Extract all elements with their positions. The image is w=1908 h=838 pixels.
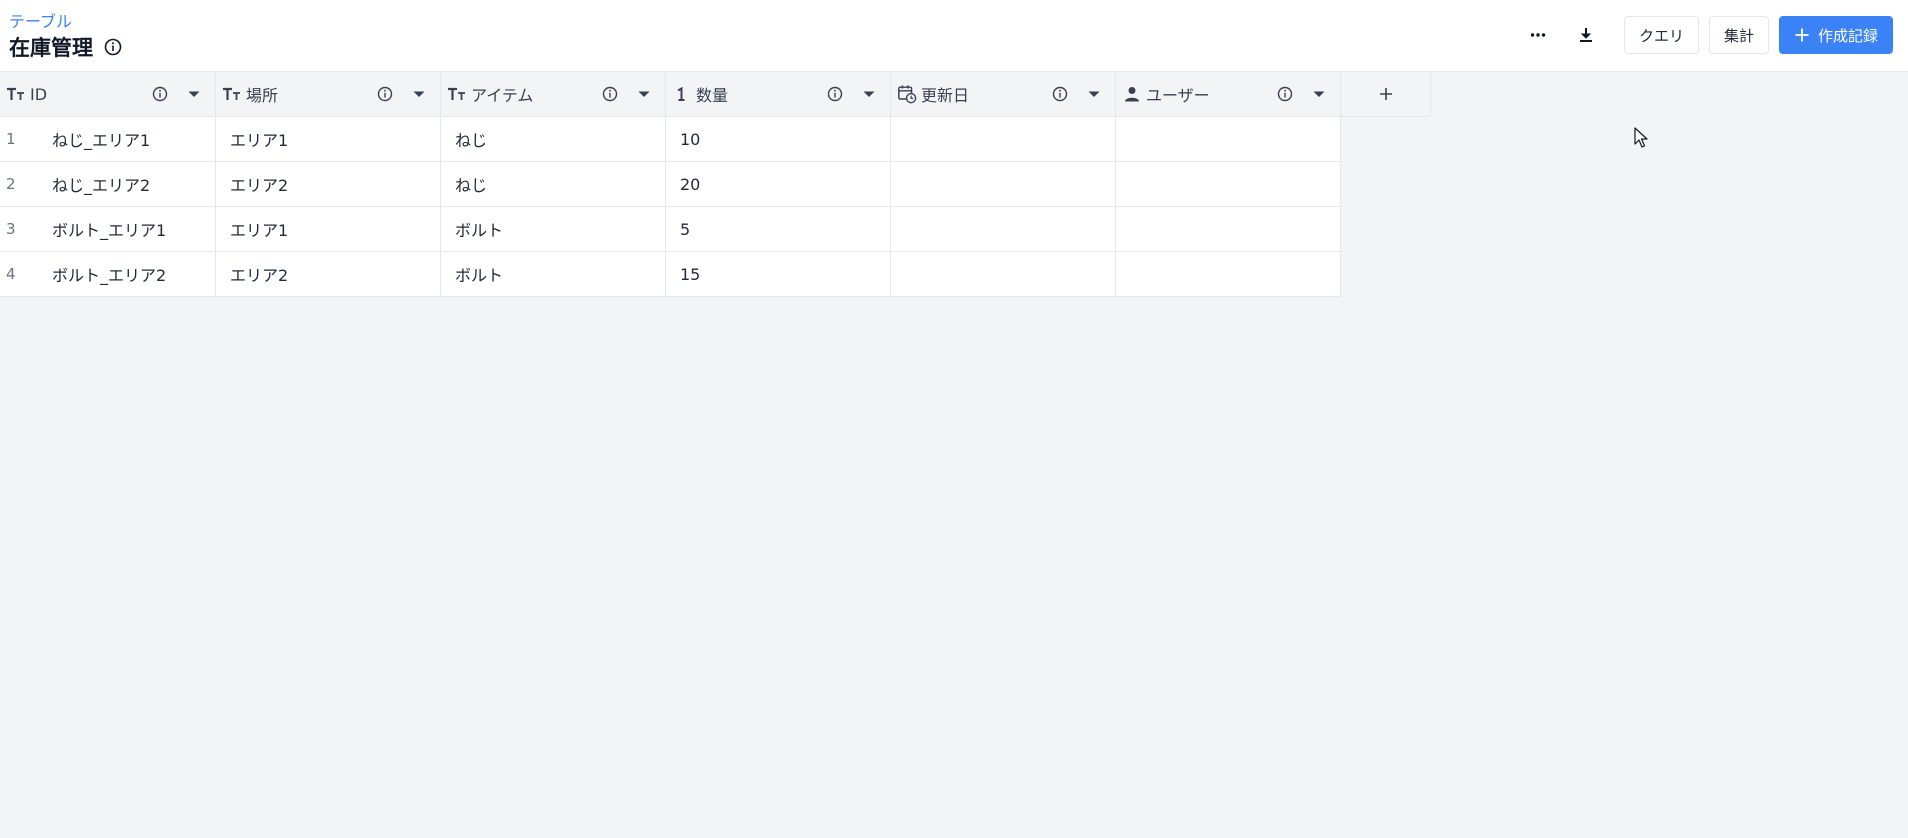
cell-id[interactable]: 2 ねじ_エリア2 [0,162,216,207]
column-header-location[interactable]: 場所 [216,72,441,117]
column-header-quantity[interactable]: 数量 [666,72,891,117]
cell-item[interactable]: ねじ [441,117,666,162]
cell-user[interactable] [1116,117,1341,162]
more-horizontal-icon [1530,33,1546,37]
cell-quantity[interactable]: 10 [666,117,891,162]
cell-user[interactable] [1116,207,1341,252]
caret-down-icon[interactable] [1087,87,1101,101]
cell-quantity[interactable]: 5 [666,207,891,252]
row-number: 1 [6,130,16,148]
cell-id[interactable]: 3 ボルト_エリア1 [0,207,216,252]
cell-item[interactable]: ボルト [441,252,666,297]
cell-updated[interactable] [891,207,1116,252]
cell-quantity[interactable]: 15 [666,252,891,297]
page-title: 在庫管理 [9,36,93,60]
info-icon[interactable] [1276,85,1294,103]
cell-user[interactable] [1116,252,1341,297]
cell-id[interactable]: 1 ねじ_エリア1 [0,117,216,162]
plus-icon [1379,88,1392,100]
caret-down-icon[interactable] [187,87,201,101]
cell-location[interactable]: エリア2 [216,162,441,207]
download-button[interactable] [1566,16,1606,54]
column-label: 数量 [696,86,729,105]
toolbar: クエリ 集計 作成記録 [1518,16,1893,54]
download-icon [1579,28,1592,42]
info-icon[interactable] [376,85,394,103]
cell-text: ねじ_エリア1 [52,131,151,150]
info-icon[interactable] [103,37,123,57]
column-header-id[interactable]: ID [0,72,216,117]
cell-location[interactable]: エリア2 [216,252,441,297]
add-column-button[interactable] [1341,72,1431,117]
column-header-user[interactable]: ユーザー [1116,72,1341,117]
caret-down-icon[interactable] [412,87,426,101]
breadcrumb[interactable]: テーブル [9,8,72,32]
plus-icon [1794,27,1810,43]
column-label: アイテム [471,86,534,105]
table-row: 2 ねじ_エリア2 エリア2 ねじ 20 [0,162,1431,207]
cell-item[interactable]: ボルト [441,207,666,252]
data-table: ID 場所 アイテム 数量 更新日 ユーザー 1 ねじ_エリア1 エリア1 ねじ… [0,72,1431,297]
cell-quantity[interactable]: 20 [666,162,891,207]
page-header: テーブル 在庫管理 クエリ 集計 作成記録 [0,0,1908,72]
row-number: 4 [6,265,16,283]
info-icon[interactable] [601,85,619,103]
table-header-row: ID 場所 アイテム 数量 更新日 ユーザー [0,72,1431,117]
info-icon[interactable] [826,85,844,103]
aggregate-button[interactable]: 集計 [1708,16,1769,54]
cell-updated[interactable] [891,252,1116,297]
cell-updated[interactable] [891,117,1116,162]
more-options-button[interactable] [1518,16,1558,54]
table-row: 3 ボルト_エリア1 エリア1 ボルト 5 [0,207,1431,252]
user-icon [1122,84,1142,104]
column-label: 場所 [246,86,279,105]
caret-down-icon[interactable] [1312,87,1326,101]
mouse-cursor-icon [1634,127,1648,148]
cell-text: ボルト_エリア2 [52,266,167,285]
create-record-label: 作成記録 [1817,26,1878,45]
text-type-icon [6,84,26,104]
cell-item[interactable]: ねじ [441,162,666,207]
cell-id[interactable]: 4 ボルト_エリア2 [0,252,216,297]
table-row: 4 ボルト_エリア2 エリア2 ボルト 15 [0,252,1431,297]
query-button[interactable]: クエリ [1623,16,1699,54]
info-icon[interactable] [151,85,169,103]
text-type-icon [447,84,467,104]
row-number: 3 [6,220,16,238]
create-record-button[interactable]: 作成記録 [1778,16,1893,54]
cell-updated[interactable] [891,162,1116,207]
column-label: ユーザー [1146,86,1210,105]
title-row: 在庫管理 [9,32,123,62]
number-type-icon [672,84,692,104]
column-header-updated[interactable]: 更新日 [891,72,1116,117]
calendar-clock-icon [897,84,917,104]
table-row: 1 ねじ_エリア1 エリア1 ねじ 10 [0,117,1431,162]
cell-text: ねじ_エリア2 [52,176,151,195]
info-icon[interactable] [1051,85,1069,103]
cell-location[interactable]: エリア1 [216,207,441,252]
column-label: ID [30,84,48,104]
cell-user[interactable] [1116,162,1341,207]
text-type-icon [222,84,242,104]
caret-down-icon[interactable] [862,87,876,101]
column-header-item[interactable]: アイテム [441,72,666,117]
column-label: 更新日 [921,86,970,105]
cell-location[interactable]: エリア1 [216,117,441,162]
cell-text: ボルト_エリア1 [52,221,167,240]
caret-down-icon[interactable] [637,87,651,101]
row-number: 2 [6,175,16,193]
